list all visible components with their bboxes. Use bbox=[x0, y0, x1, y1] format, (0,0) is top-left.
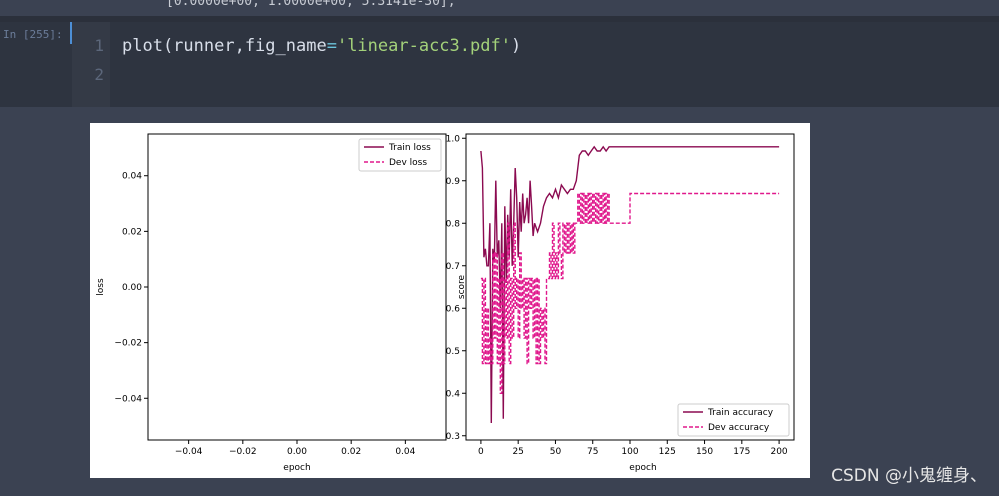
code-string: 'linear-acc3.pdf' bbox=[336, 36, 511, 56]
accuracy-ytick-label: 0.7 bbox=[446, 262, 460, 272]
line-number: 1 bbox=[94, 36, 104, 55]
loss-ytick-label: −0.02 bbox=[114, 339, 142, 349]
code-editor[interactable]: plot(runner,fig_name='linear-acc3.pdf') bbox=[122, 36, 521, 56]
previous-output-text: [0.0000e+00, 1.0000e+00, 5.3141e-30], bbox=[166, 0, 456, 9]
code-close-paren: ) bbox=[510, 36, 522, 56]
accuracy-ytick-label: 0.3 bbox=[446, 432, 460, 442]
loss-ytick-label: 0.02 bbox=[122, 227, 142, 237]
accuracy-ytick-label: 1.0 bbox=[446, 134, 461, 144]
accuracy-ytick-label: 0.5 bbox=[446, 347, 460, 357]
loss-xtick-label: −0.04 bbox=[175, 447, 203, 457]
legend-label-dev-accuracy: Dev accuracy bbox=[708, 423, 770, 433]
loss-ytick-label: 0.00 bbox=[122, 283, 142, 293]
accuracy-xtick-label: 150 bbox=[696, 447, 713, 457]
legend-label-train-accuracy: Train accuracy bbox=[707, 408, 774, 418]
loss-ytick-label: 0.04 bbox=[122, 172, 142, 182]
accuracy-ytick-label: 0.6 bbox=[446, 304, 461, 314]
loss-axes bbox=[147, 133, 447, 441]
loss-xtick-label: 0.00 bbox=[287, 447, 307, 457]
loss-xtick-label: 0.04 bbox=[395, 447, 415, 457]
accuracy-xtick-label: 25 bbox=[512, 447, 523, 457]
code-operator: = bbox=[326, 36, 337, 56]
figure: −0.04 −0.02 0.00 0.02 0.04 0.04 0.02 0.00 −0.02 −… bbox=[90, 123, 810, 478]
loss-chart: −0.04 −0.02 0.00 0.02 0.04 0.04 0.02 0.00 −0.02 −… bbox=[96, 133, 447, 473]
accuracy-ytick-label: 0.8 bbox=[446, 219, 461, 229]
watermark: CSDN @小鬼缠身、 bbox=[831, 466, 987, 486]
accuracy-ytick-label: 0.4 bbox=[446, 389, 461, 399]
accuracy-legend: Train accuracy Dev accuracy bbox=[677, 403, 790, 437]
loss-xtick-label: 0.02 bbox=[341, 447, 361, 457]
loss-xlabel: epoch bbox=[283, 463, 310, 473]
line-number: 2 bbox=[94, 65, 104, 84]
accuracy-ytick-label: 0.9 bbox=[446, 177, 461, 187]
loss-ylabel: loss bbox=[96, 278, 106, 296]
accuracy-xtick-label: 0 bbox=[478, 447, 484, 457]
legend-label-dev-loss: Dev loss bbox=[389, 158, 427, 168]
loss-xtick-label: −0.02 bbox=[229, 447, 257, 457]
accuracy-xtick-label: 50 bbox=[550, 447, 562, 457]
previous-output: [0.0000e+00, 1.0000e+00, 5.3141e-30], bbox=[0, 0, 999, 16]
legend-label-train-loss: Train loss bbox=[388, 143, 431, 153]
accuracy-ylabel: score bbox=[457, 274, 467, 299]
accuracy-xlabel: epoch bbox=[629, 463, 656, 473]
line-number-gutter: 1 2 bbox=[72, 22, 110, 107]
cell-prompt: In [255]: bbox=[3, 28, 63, 41]
loss-ytick-label: −0.04 bbox=[114, 394, 142, 404]
accuracy-xtick-label: 75 bbox=[587, 447, 598, 457]
code-cell[interactable]: In [255]: 1 2 plot(runner,fig_name='line… bbox=[0, 22, 999, 107]
accuracy-chart: 0 25 50 75 100 125 150 175 200 1.0 0.9 0.8 0.7 0.6 0.5… bbox=[446, 133, 795, 473]
accuracy-xtick-label: 200 bbox=[770, 447, 787, 457]
accuracy-xtick-label: 175 bbox=[733, 447, 750, 457]
accuracy-xtick-label: 100 bbox=[621, 447, 638, 457]
loss-legend: Train loss Dev loss bbox=[358, 138, 442, 172]
code-call: plot(runner,fig_name bbox=[122, 36, 327, 56]
accuracy-xtick-label: 125 bbox=[659, 447, 676, 457]
